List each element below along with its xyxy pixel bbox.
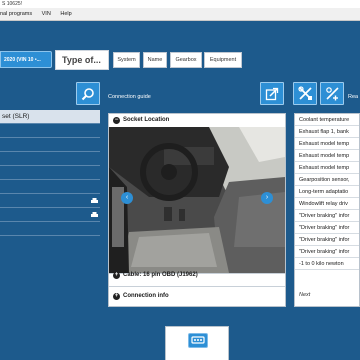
list-item[interactable] [0, 138, 100, 152]
reading-item[interactable]: Exhaust model temp [295, 138, 359, 150]
list-item[interactable] [0, 124, 100, 138]
menu-vin[interactable]: VIN [42, 8, 51, 21]
collapse-icon: − [113, 117, 120, 124]
connector-panel [165, 326, 229, 360]
list-item[interactable] [0, 166, 100, 180]
readings-title: Rea [348, 94, 359, 100]
tools-icon [297, 86, 312, 100]
connector-icon [191, 336, 205, 344]
reading-item[interactable]: Exhaust model temp [295, 150, 359, 162]
chevron-right-icon: › [265, 194, 269, 201]
window-title: S 10625! [0, 0, 360, 8]
reading-item[interactable]: "Driver braking" infor [295, 246, 359, 258]
car-interior-image [109, 127, 285, 273]
type-of-field[interactable]: Type of... [55, 50, 109, 70]
tab-equipment[interactable]: Equipment [204, 52, 242, 68]
readings-panel: Coolant temperature Exhaust flap 1, bank… [294, 113, 360, 307]
list-item[interactable] [0, 180, 100, 194]
reading-item[interactable]: Coolant temperature [295, 114, 359, 126]
system-list: set (SLR) [0, 110, 100, 250]
cable-header[interactable]: + Cable: 16 pin OBD (J1962) [109, 268, 285, 283]
connection-guide-panel: − Socket Location ‹ › + Cable: 16 pin OB… [108, 113, 286, 307]
car-icon [91, 212, 98, 217]
connection-info-header[interactable]: + Connection info [109, 290, 285, 303]
prev-image-button[interactable]: ‹ [121, 192, 133, 204]
chevron-left-icon: ‹ [125, 194, 129, 201]
expand-icon: + [113, 293, 120, 300]
reading-item[interactable]: Long-term adaptatio [295, 186, 359, 198]
list-item[interactable] [0, 152, 100, 166]
socket-location-label: Socket Location [123, 117, 170, 123]
next-image-button[interactable]: › [261, 192, 273, 204]
reading-item[interactable]: Exhaust flap 1, bank [295, 126, 359, 138]
car-icon [91, 198, 98, 203]
list-item[interactable] [0, 194, 100, 208]
tab-gearbox[interactable]: Gearbox [170, 52, 202, 68]
readings-icon [325, 87, 339, 101]
export-icon [265, 87, 279, 100]
connection-info-label: Connection info [123, 293, 169, 299]
reading-item[interactable]: Windowlift relay driv [295, 198, 359, 210]
reading-item[interactable]: "Driver braking" infor [295, 210, 359, 222]
export-button[interactable] [260, 82, 284, 105]
expand-icon: + [113, 272, 120, 279]
readings-button[interactable] [320, 82, 344, 105]
next-link[interactable]: Next [299, 292, 310, 298]
reading-item[interactable]: Exhaust model temp [295, 162, 359, 174]
reading-item[interactable]: -1 to 0 kilo newton [295, 258, 359, 270]
socket-location-photo: ‹ › [109, 127, 285, 273]
search-button[interactable] [76, 82, 100, 105]
list-item[interactable] [0, 208, 100, 222]
menu-bar: nal programs VIN Help [0, 8, 360, 21]
connection-guide-title: Connection guide [108, 94, 151, 100]
list-item-selected[interactable]: set (SLR) [0, 110, 100, 124]
connector-button[interactable] [188, 333, 208, 348]
reading-item[interactable]: "Driver braking" infor [295, 222, 359, 234]
divider [109, 286, 285, 287]
reading-item[interactable]: Gearposition sensor, [295, 174, 359, 186]
menu-help[interactable]: Help [60, 8, 71, 21]
vehicle-selector-button[interactable]: 2020 (VIN 10 •... [0, 51, 52, 68]
tools-button[interactable] [293, 82, 317, 105]
cable-label: Cable: 16 pin OBD (J1962) [123, 272, 198, 278]
search-icon [81, 87, 94, 100]
menu-programs[interactable]: nal programs [0, 8, 32, 21]
socket-location-header[interactable]: − Socket Location [109, 114, 285, 127]
list-item[interactable] [0, 222, 100, 236]
tab-system[interactable]: System [113, 52, 140, 68]
tab-name[interactable]: Name [143, 52, 167, 68]
reading-item[interactable]: "Driver braking" infor [295, 234, 359, 246]
